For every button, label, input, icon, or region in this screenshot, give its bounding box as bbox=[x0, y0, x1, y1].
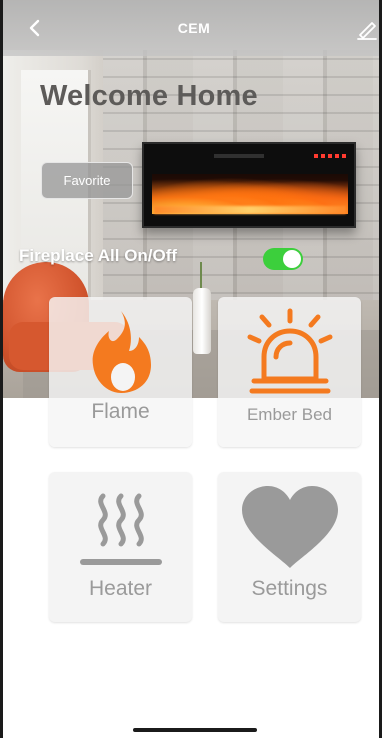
app-screen: CEM Welcome Home Favorite Fireplace All … bbox=[0, 0, 382, 738]
all-on-off-label: Fireplace All On/Off bbox=[19, 246, 178, 265]
flame-tile-label: Flame bbox=[91, 400, 150, 423]
settings-tile[interactable]: Settings bbox=[218, 472, 361, 622]
favorite-button[interactable]: Favorite bbox=[41, 162, 133, 199]
app-title: CEM bbox=[177, 20, 211, 36]
all-on-off-toggle[interactable] bbox=[263, 248, 303, 270]
fireplace-glow bbox=[154, 206, 346, 214]
pencil-icon[interactable] bbox=[355, 16, 379, 40]
toggle-knob bbox=[283, 250, 301, 268]
welcome-heading: Welcome Home bbox=[40, 80, 258, 112]
ember-bed-tile[interactable]: Ember Bed bbox=[218, 297, 361, 447]
ember-bed-tile-label: Ember Bed bbox=[246, 405, 333, 424]
top-bar: CEM bbox=[3, 0, 379, 56]
flame-icon bbox=[49, 307, 192, 393]
fireplace-display bbox=[214, 154, 264, 158]
settings-tile-label: Settings bbox=[251, 577, 328, 600]
heater-tile-label: Heater bbox=[88, 577, 153, 600]
fireplace-image bbox=[142, 142, 356, 228]
flame-tile[interactable]: Flame bbox=[49, 297, 192, 447]
beacon-icon bbox=[218, 307, 361, 394]
home-indicator[interactable] bbox=[133, 728, 257, 732]
heater-tile[interactable]: Heater bbox=[49, 472, 192, 622]
heart-icon bbox=[218, 482, 361, 568]
fireplace-leds bbox=[314, 154, 348, 158]
vase bbox=[193, 288, 211, 354]
heat-waves-icon bbox=[49, 482, 192, 568]
